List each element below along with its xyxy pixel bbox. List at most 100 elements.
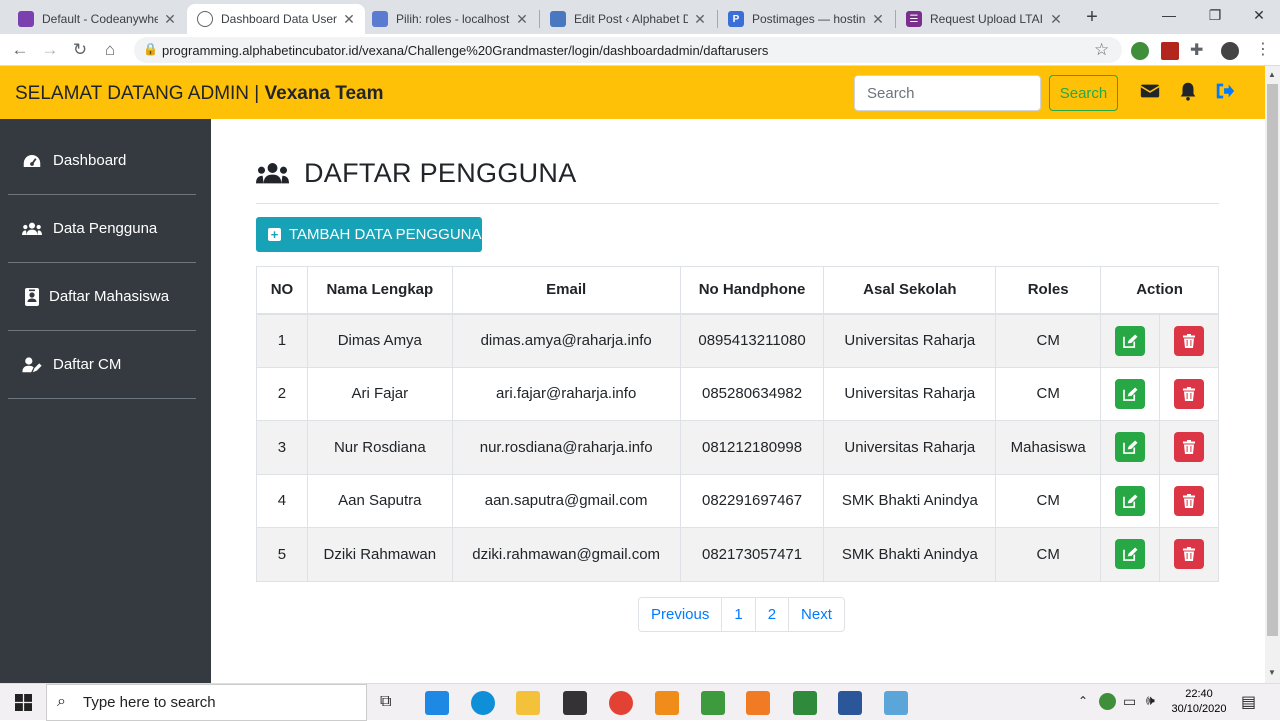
bell-icon[interactable] [1177, 80, 1199, 102]
table-row: 2 Ari Fajar ari.fajar@raharja.info 08528063… [256, 366, 1219, 421]
delete-button[interactable] [1174, 539, 1204, 570]
page-scrollbar[interactable]: ▲ ▼ [1265, 66, 1280, 683]
reload-icon[interactable]: ↻ [68, 38, 92, 62]
taskbar-clock[interactable]: 22:40 30/10/2020 [1168, 687, 1230, 717]
tab-title: Request Upload LTAI [930, 12, 1043, 26]
search-input[interactable] [854, 75, 1041, 111]
minimize-icon[interactable]: — [1146, 0, 1192, 30]
add-user-label: TAMBAH DATA PENGGUNA [289, 226, 482, 243]
extension-globe-icon[interactable] [1131, 42, 1149, 60]
add-user-button[interactable]: + TAMBAH DATA PENGGUNA [256, 217, 482, 252]
close-tab-icon[interactable]: ✕ [1050, 11, 1062, 28]
word-app-icon[interactable] [838, 691, 862, 715]
user-edit-icon [21, 355, 43, 375]
cell-action-edit [1100, 366, 1161, 421]
cell-handphone: 081212180998 [679, 420, 825, 475]
delete-button[interactable] [1174, 432, 1204, 463]
edge-browser-icon[interactable] [471, 691, 495, 715]
delete-button[interactable] [1174, 325, 1204, 356]
scroll-up-icon[interactable]: ▲ [1268, 70, 1276, 79]
close-tab-icon[interactable]: ✕ [872, 11, 884, 28]
delete-button[interactable] [1174, 485, 1204, 516]
cell-roles: CM [995, 313, 1102, 368]
sidebar-item-data-pengguna[interactable]: Data Pengguna [8, 195, 196, 263]
scrollbar-thumb[interactable] [1267, 84, 1278, 636]
close-tab-icon[interactable]: ✕ [516, 11, 528, 28]
mail-app-icon[interactable] [425, 691, 449, 715]
cell-nama: Aan Saputra [306, 473, 453, 528]
id-card-icon [21, 287, 43, 307]
remote-desktop-icon[interactable] [884, 691, 908, 715]
wordpress-favicon-icon [550, 11, 566, 27]
forward-arrow-icon[interactable]: → [38, 38, 62, 62]
close-window-icon[interactable]: ✕ [1236, 0, 1280, 30]
browser-tab-request-upload[interactable]: ☰ Request Upload LTAI ✕ [896, 4, 1072, 34]
logout-icon[interactable] [1214, 80, 1236, 102]
volume-icon[interactable]: 🕪 [1146, 692, 1155, 709]
table-row: 3 Nur Rosdiana nur.rosdiana@raharja.info 08… [256, 420, 1219, 475]
pagination-next[interactable]: Next [789, 598, 844, 631]
edit-button[interactable] [1115, 539, 1146, 570]
close-tab-icon[interactable]: ✕ [694, 11, 706, 28]
edit-button[interactable] [1115, 378, 1146, 409]
column-header-roles: Roles [995, 266, 1102, 315]
coreldraw-icon[interactable] [793, 691, 817, 715]
network-icon[interactable]: ▭ [1123, 693, 1136, 710]
browser-menu-icon[interactable]: ⋮ [1255, 39, 1271, 59]
browser-tab-dashboard-users[interactable]: Dashboard Data Users ✕ [187, 4, 365, 34]
edit-icon [1122, 547, 1138, 562]
notification-center-icon[interactable]: ▤ [1241, 692, 1256, 712]
close-tab-icon[interactable]: ✕ [343, 11, 355, 28]
bookmark-star-icon[interactable]: ☆ [1094, 40, 1109, 60]
home-icon[interactable]: ⌂ [98, 38, 122, 62]
android-studio-icon[interactable] [701, 691, 725, 715]
close-tab-icon[interactable]: ✕ [164, 11, 176, 28]
sidebar-item-daftar-mahasiswa[interactable]: Daftar Mahasiswa [8, 263, 196, 331]
xampp-icon[interactable] [746, 691, 770, 715]
file-explorer-icon[interactable] [516, 691, 540, 715]
profile-avatar-icon[interactable] [1221, 42, 1239, 60]
search-icon: ⌕ [57, 693, 66, 710]
address-bar[interactable]: 🔒 programming.alphabetincubator.id/vexan… [134, 37, 1122, 63]
new-tab-icon[interactable]: + [1080, 6, 1104, 28]
envelope-icon[interactable] [1139, 80, 1161, 102]
dashboard-icon [21, 151, 43, 171]
scroll-down-icon[interactable]: ▼ [1268, 668, 1276, 677]
users-icon [256, 163, 289, 184]
sidebar-item-daftar-cm[interactable]: Daftar CM [8, 331, 196, 399]
browser-tab-postimages[interactable]: P Postimages — hosting ✕ [718, 4, 894, 34]
delete-button[interactable] [1174, 378, 1204, 409]
store-app-icon[interactable] [563, 691, 587, 715]
pagination-page-1[interactable]: 1 [722, 598, 756, 631]
trash-icon [1183, 386, 1195, 401]
trash-icon [1183, 547, 1195, 562]
task-view-icon[interactable]: ⧉ [380, 693, 391, 711]
windows-start-icon[interactable] [15, 694, 32, 711]
browser-tab-pilih-roles[interactable]: Pilih: roles - localhost:3 ✕ [362, 4, 538, 34]
pagination-page-2[interactable]: 2 [756, 598, 790, 631]
pdf-extension-icon[interactable] [1161, 42, 1179, 60]
edit-button[interactable] [1115, 485, 1146, 516]
maximize-icon[interactable]: ❐ [1192, 0, 1238, 30]
edit-button[interactable] [1115, 432, 1146, 463]
sidebar-item-label: Daftar CM [53, 356, 122, 373]
edit-button[interactable] [1115, 325, 1146, 356]
pagination-previous[interactable]: Previous [639, 598, 723, 631]
tray-globe-icon[interactable] [1099, 693, 1116, 710]
browser-tab-codeanywhere[interactable]: Default - Codeanywhere ✕ [8, 4, 186, 34]
tab-title: Dashboard Data Users [221, 12, 337, 26]
cell-email: dimas.amya@raharja.info [451, 313, 681, 368]
search-button[interactable]: Search [1049, 75, 1118, 111]
sidebar-item-dashboard[interactable]: Dashboard [8, 127, 196, 195]
back-arrow-icon[interactable]: ← [8, 38, 32, 62]
sublime-text-icon[interactable] [655, 691, 679, 715]
clock-date: 30/10/2020 [1171, 703, 1227, 715]
column-header-nama: Nama Lengkap [306, 266, 453, 315]
browser-tab-edit-post[interactable]: Edit Post ‹ Alphabet De ✕ [540, 4, 716, 34]
cell-action-delete [1159, 527, 1219, 582]
extensions-puzzle-icon[interactable]: ✚ [1190, 40, 1203, 60]
pagination: Previous 1 2 Next [638, 597, 845, 632]
chrome-browser-icon[interactable] [609, 691, 633, 715]
tray-chevron-up-icon[interactable]: ⌃ [1078, 694, 1088, 708]
taskbar-search-box[interactable]: ⌕ Type here to search [46, 684, 367, 721]
